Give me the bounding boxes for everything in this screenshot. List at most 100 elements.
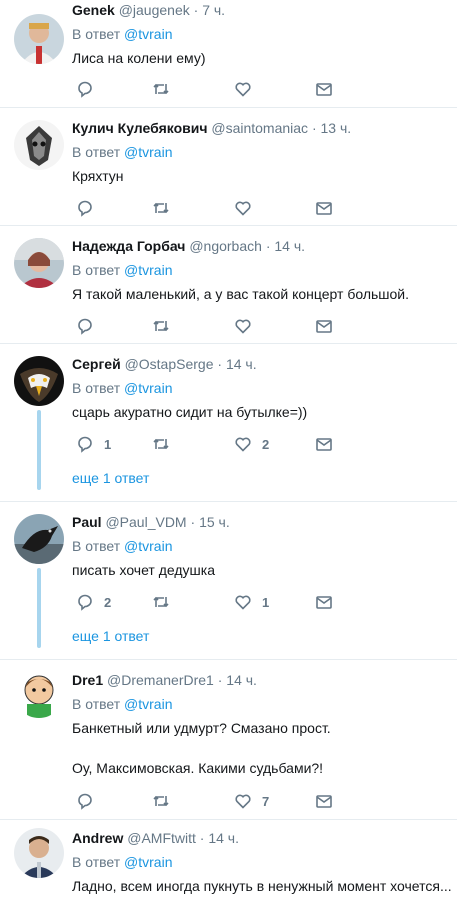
avatar[interactable] [14, 668, 64, 718]
tweet[interactable]: Надежда Горбач @ngorbach · 14 ч. В ответ… [0, 226, 457, 344]
envelope-icon [316, 596, 332, 609]
mention-link[interactable]: @tvrain [124, 854, 172, 870]
author-name[interactable]: Dre1 [72, 672, 103, 688]
author-name[interactable]: Сергей [72, 356, 121, 372]
tweet[interactable]: Paul @Paul_VDM · 15 ч. В ответ @tvrain п… [0, 502, 457, 660]
envelope-icon [316, 320, 332, 333]
separator-dot: · [190, 514, 196, 530]
tweet-text-paragraph: Оу, Максимовская. Какими судьбами?! [72, 760, 324, 776]
reply-context: В ответ @tvrain [72, 26, 172, 42]
retweet-button[interactable] [152, 592, 170, 612]
mention-link[interactable]: @tvrain [124, 144, 172, 160]
mention-link[interactable]: @tvrain [124, 538, 172, 554]
envelope-icon [316, 438, 332, 451]
reply-prefix: В ответ [72, 538, 121, 554]
retweet-button[interactable] [152, 434, 170, 454]
like-button[interactable] [234, 198, 262, 218]
message-button[interactable] [315, 592, 333, 612]
mention-link[interactable]: @tvrain [124, 696, 172, 712]
retweet-icon [153, 202, 169, 214]
tweet-text: Я такой маленький, а у вас такой концерт… [72, 286, 410, 302]
message-button[interactable] [315, 79, 333, 99]
tweet-header: Dre1 @DremanerDre1 · 14 ч. [72, 672, 257, 688]
like-button[interactable]: 7 [234, 791, 269, 811]
reply-icon [78, 200, 92, 217]
retweet-button[interactable] [152, 316, 170, 336]
timestamp[interactable]: 14 ч. [208, 830, 239, 846]
show-more-replies-link[interactable]: еще 1 ответ [72, 470, 149, 486]
tweet[interactable]: Кулич Кулебякович @saintomaniac · 13 ч. … [0, 108, 457, 226]
reply-button[interactable]: 1 [76, 434, 111, 454]
like-button[interactable] [234, 316, 262, 336]
mention-link[interactable]: @tvrain [124, 26, 172, 42]
timestamp[interactable]: 14 ч. [274, 238, 305, 254]
reply-button[interactable] [76, 316, 104, 336]
timestamp[interactable]: 15 ч. [199, 514, 230, 530]
tweet[interactable]: Genek @jaugenek · 7 ч. В ответ @tvrain Л… [0, 0, 457, 108]
avatar[interactable] [14, 356, 64, 406]
author-name[interactable]: Andrew [72, 830, 123, 846]
retweet-button[interactable] [152, 79, 170, 99]
author-name[interactable]: Надежда Горбач [72, 238, 185, 254]
tweet-actions [72, 316, 372, 336]
separator-dot: · [199, 830, 205, 846]
avatar[interactable] [14, 14, 64, 64]
author-handle[interactable]: @ngorbach [189, 238, 262, 254]
tweet-text: сцарь акуратно сидит на бутылке=)) [72, 404, 308, 420]
tweet-header: Andrew @AMFtwitt · 14 ч. [72, 830, 239, 846]
heart-icon [235, 82, 251, 97]
author-handle[interactable]: @jaugenek [119, 2, 190, 18]
separator-dot: · [217, 356, 223, 372]
tweet[interactable]: Andrew @AMFtwitt · 14 ч. В ответ @tvrain… [0, 820, 457, 910]
author-name[interactable]: Paul [72, 514, 102, 530]
message-button[interactable] [315, 791, 333, 811]
reply-button[interactable] [76, 79, 104, 99]
tweet-actions [72, 79, 372, 99]
reply-button[interactable] [76, 198, 104, 218]
mention-link[interactable]: @tvrain [124, 380, 172, 396]
tweet-header: Надежда Горбач @ngorbach · 14 ч. [72, 238, 305, 254]
reply-prefix: В ответ [72, 144, 121, 160]
timestamp[interactable]: 14 ч. [226, 672, 257, 688]
author-handle[interactable]: @OstapSerge [125, 356, 214, 372]
reply-count: 2 [104, 594, 112, 610]
tweet-text: Кряхтун [72, 168, 124, 184]
reply-prefix: В ответ [72, 854, 121, 870]
avatar[interactable] [14, 120, 64, 170]
author-handle[interactable]: @AMFtwitt [127, 830, 196, 846]
avatar[interactable] [14, 514, 64, 564]
author-handle[interactable]: @DremanerDre1 [107, 672, 214, 688]
reply-count: 1 [104, 436, 112, 452]
author-handle[interactable]: @saintomaniac [211, 120, 308, 136]
tweet[interactable]: Сергей @OstapSerge · 14 ч. В ответ @tvra… [0, 344, 457, 502]
envelope-icon [316, 795, 332, 808]
tweet-actions [72, 198, 372, 218]
reply-context: В ответ @tvrain [72, 144, 172, 160]
avatar[interactable] [14, 238, 64, 288]
timestamp[interactable]: 7 ч. [202, 2, 225, 18]
reply-context: В ответ @tvrain [72, 696, 172, 712]
author-handle[interactable]: @Paul_VDM [105, 514, 186, 530]
like-button[interactable]: 2 [234, 434, 269, 454]
message-button[interactable] [315, 316, 333, 336]
like-button[interactable]: 1 [234, 592, 269, 612]
tweet-actions: 1 2 [72, 434, 372, 454]
timestamp[interactable]: 13 ч. [321, 120, 352, 136]
mention-link[interactable]: @tvrain [124, 262, 172, 278]
retweet-button[interactable] [152, 791, 170, 811]
author-name[interactable]: Genek [72, 2, 115, 18]
tweet[interactable]: Dre1 @DremanerDre1 · 14 ч. В ответ @tvra… [0, 660, 457, 820]
author-name[interactable]: Кулич Кулебякович [72, 120, 207, 136]
separator-dot: · [265, 238, 271, 254]
heart-icon [235, 319, 251, 334]
like-button[interactable] [234, 79, 262, 99]
reply-button[interactable]: 2 [76, 592, 111, 612]
reply-button[interactable] [76, 791, 104, 811]
timestamp[interactable]: 14 ч. [226, 356, 257, 372]
retweet-button[interactable] [152, 198, 170, 218]
separator-dot: · [193, 2, 199, 18]
avatar[interactable] [14, 828, 64, 878]
message-button[interactable] [315, 198, 333, 218]
show-more-replies-link[interactable]: еще 1 ответ [72, 628, 149, 644]
message-button[interactable] [315, 434, 333, 454]
